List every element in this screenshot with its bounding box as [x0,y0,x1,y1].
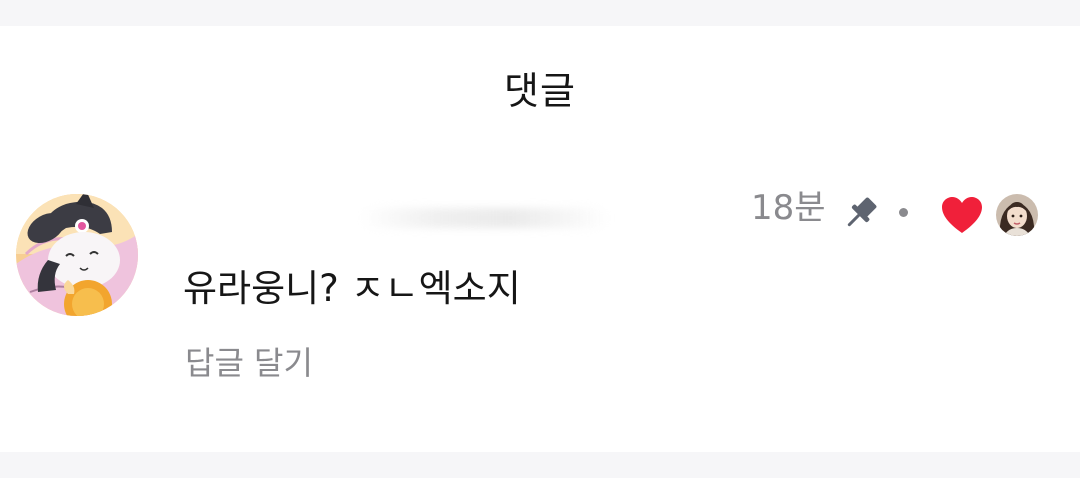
separator-dot [899,208,908,217]
username-obscured [360,208,610,228]
kuromi-avatar-icon [16,194,138,316]
pin-icon [840,193,882,233]
comment-text: 유라웅니? ㅈㄴ엑소지 [183,267,521,310]
reply-button[interactable]: 답글 달기 [185,338,313,384]
commenter-avatar[interactable] [16,194,138,316]
page-title: 댓글 [504,69,576,113]
author-avatar [996,194,1038,236]
comment-timestamp: 18분 [751,188,826,228]
heart-icon[interactable] [940,195,984,235]
